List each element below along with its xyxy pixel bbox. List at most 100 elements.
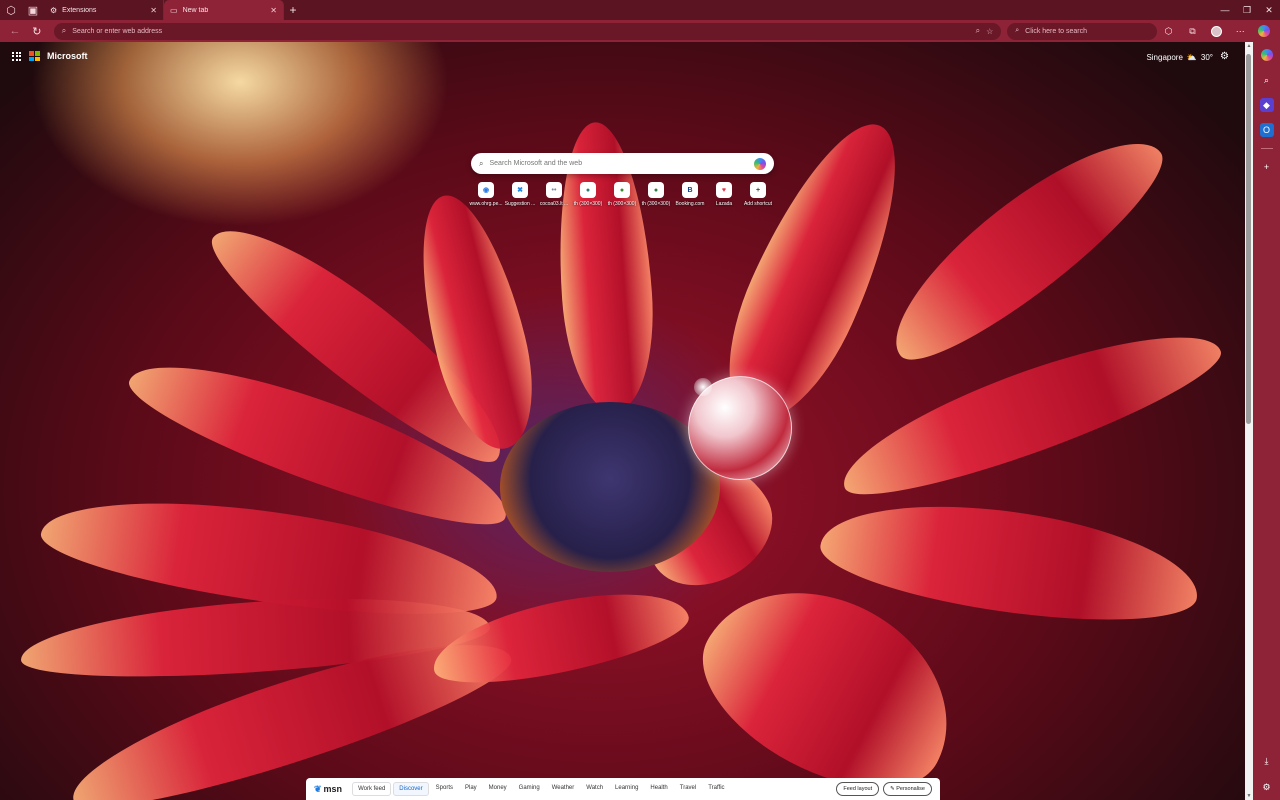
browser-toolbar: ← ↻ ⌕ Search or enter web address ⌕ ☆ ⌕ … (0, 20, 1280, 42)
new-tab-button[interactable]: + (284, 0, 302, 20)
msn-tab-discover[interactable]: Discover (393, 782, 429, 796)
settings-gear-icon[interactable]: ⚙ (1220, 51, 1229, 62)
msn-tab-gaming[interactable]: Gaming (514, 782, 545, 796)
address-placeholder: Search or enter web address (72, 27, 163, 35)
msn-tab-watch[interactable]: Watch (581, 782, 608, 796)
ntp-search-box[interactable]: ⌕ Search Microsoft and the web (471, 153, 774, 174)
weather-widget[interactable]: Singapore ⛅ 30° (1146, 53, 1213, 62)
shortcut-favicon-icon: ● (580, 182, 596, 198)
refresh-icon[interactable]: ↻ (26, 20, 48, 42)
toolbar-search-placeholder: Click here to search (1025, 27, 1088, 35)
profile-icon[interactable] (1204, 20, 1228, 42)
msn-tab-traffic[interactable]: Traffic (703, 782, 729, 796)
back-icon[interactable]: ← (4, 20, 26, 42)
shortcut-favicon-icon: ● (614, 182, 630, 198)
msn-tab-travel[interactable]: Travel (675, 782, 701, 796)
msn-tab-play[interactable]: Play (460, 782, 482, 796)
msn-logo[interactable]: ❦ msn (314, 784, 342, 795)
restore-icon[interactable]: ❐ (1236, 0, 1258, 20)
brand-name: Microsoft (47, 51, 88, 61)
shortcut-favicon-icon: ● (648, 182, 664, 198)
msn-tab-learning[interactable]: Learning (610, 782, 643, 796)
shortcut-tile[interactable]: ♥ Lazada (707, 182, 741, 207)
shortcut-label: www.ohrg.pe... (469, 201, 503, 207)
close-icon[interactable]: ✕ (270, 6, 277, 15)
outlook-icon[interactable]: O (1259, 123, 1274, 137)
weather-temp: 30° (1200, 53, 1213, 62)
shortcut-tile[interactable]: ◉ www.ohrg.pe... (469, 182, 503, 207)
microsoft-logo-icon (29, 51, 40, 61)
scroll-thumb[interactable] (1246, 54, 1251, 424)
copilot-icon[interactable] (1260, 48, 1274, 62)
msn-tabs: Work feed Discover Sports Play Money Gaming We… (352, 782, 731, 796)
personalise-button[interactable]: ✎ Personalise (883, 782, 932, 796)
tab-label: Extensions (62, 6, 97, 14)
feed-layout-button[interactable]: Feed layout (836, 782, 880, 796)
tab-extensions[interactable]: ⚙ Extensions ✕ (44, 0, 164, 20)
sidebar-divider (1260, 148, 1273, 149)
scroll-up-icon[interactable]: ▲ (1245, 43, 1253, 49)
msn-actions: Feed layout ✎ Personalise (836, 782, 932, 796)
shortcut-tile[interactable]: •• cocoa03.lt ... (537, 182, 571, 207)
tab-new-tab[interactable]: ▭ New tab ✕ (164, 0, 284, 20)
close-window-icon[interactable]: ✕ (1258, 0, 1280, 20)
hide-sidebar-icon[interactable]: ⤓ (1260, 754, 1274, 768)
page-scrollbar[interactable]: ▲ ▼ (1245, 42, 1253, 800)
shortcut-label: Add shortcut (743, 201, 773, 207)
shortcut-tile[interactable]: ● th (300×300) (571, 182, 605, 207)
ntp-search-placeholder: Search Microsoft and the web (489, 160, 583, 167)
msn-tab-work-feed[interactable]: Work feed (352, 782, 392, 796)
msn-tab-sports[interactable]: Sports (431, 782, 458, 796)
shortcut-tile[interactable]: ● th (300×300) (639, 182, 673, 207)
page-icon: ▭ (170, 5, 178, 15)
search-icon: ⌕ (479, 158, 484, 168)
shortcut-favicon-icon: B (682, 182, 698, 198)
shortcut-favicon-icon: ◉ (478, 182, 494, 198)
puzzle-icon: ⚙ (50, 5, 58, 15)
tab-actions-icon[interactable]: ▣ (22, 0, 44, 20)
shortcut-favicon-icon: •• (546, 182, 562, 198)
address-bar[interactable]: ⌕ Search or enter web address ⌕ ☆ (53, 22, 1002, 40)
msn-butterfly-icon: ❦ (314, 783, 322, 794)
app-launcher-icon[interactable] (12, 51, 21, 61)
search-icon: ⌕ (61, 26, 67, 35)
shortcut-tile[interactable]: ✖ Suggestion ... (503, 182, 537, 207)
toolbar-search-box[interactable]: ⌕ Click here to search (1007, 22, 1157, 40)
msn-tab-health[interactable]: Health (645, 782, 672, 796)
shortcut-tile[interactable]: B Booking.com (673, 182, 707, 207)
flower-center (500, 402, 720, 572)
add-icon[interactable]: + (1260, 160, 1274, 174)
ntp-header: Microsoft (12, 51, 88, 61)
tab-label: New tab (182, 6, 209, 14)
extensions-icon[interactable]: ⬡ (1157, 20, 1181, 42)
search-icon: ⌕ (1015, 27, 1020, 34)
workspaces-icon[interactable]: ⬡ (0, 0, 22, 20)
sidebar-bottom: ⤓ ⚙ (1260, 754, 1274, 794)
search-icon[interactable]: ⌕ (1260, 73, 1274, 87)
quick-links: ◉ www.ohrg.pe... ✖ Suggestion ... •• cocoa03.… (469, 182, 775, 207)
shortcut-tile[interactable]: ● th (300×300) (605, 182, 639, 207)
collections-icon[interactable]: ⧉ (1180, 20, 1204, 42)
minimize-icon[interactable]: — (1214, 0, 1236, 20)
copilot-orb-icon (1258, 25, 1271, 37)
zoom-icon[interactable]: ⌕ (976, 26, 980, 36)
new-tab-page: Microsoft Singapore ⛅ 30° ⚙ ⌕ Search Mic… (0, 42, 1245, 800)
msn-tab-weather[interactable]: Weather (547, 782, 580, 796)
msn-tab-money[interactable]: Money (484, 782, 512, 796)
shortcut-label: th (300×300) (607, 201, 637, 207)
favorite-star-icon[interactable]: ☆ (986, 27, 993, 36)
title-bar: ⬡ ▣ ⚙ Extensions ✕ ▭ New tab ✕ + — ❐ ✕ (0, 0, 1280, 20)
more-menu-icon[interactable]: ⋯ (1228, 20, 1252, 42)
shortcut-favicon-icon: ✖ (512, 182, 528, 198)
copilot-icon[interactable] (1252, 20, 1276, 42)
shortcut-label: Suggestion ... (504, 201, 536, 207)
copilot-icon[interactable] (754, 157, 766, 170)
close-icon[interactable]: ✕ (150, 6, 157, 15)
msn-feed-bar: ❦ msn Work feed Discover Sports Play Money Gam… (306, 778, 940, 800)
add-shortcut-button[interactable]: + Add shortcut (741, 182, 775, 207)
shopping-icon[interactable]: ◆ (1259, 98, 1274, 112)
avatar (1210, 25, 1222, 37)
sidebar-settings-icon[interactable]: ⚙ (1260, 780, 1274, 794)
scroll-down-icon[interactable]: ▼ (1245, 793, 1253, 799)
shortcut-favicon-icon: + (750, 182, 766, 198)
